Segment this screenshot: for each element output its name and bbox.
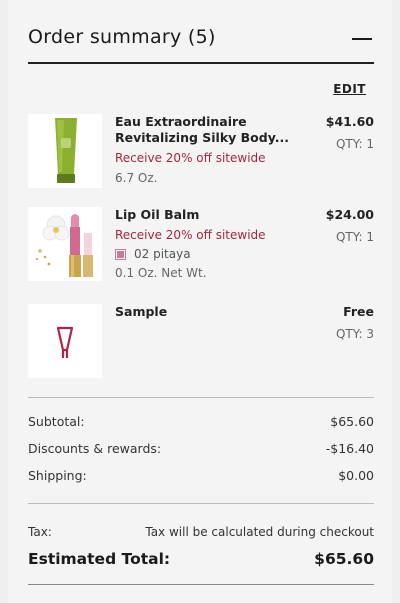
item-price: $24.00 (325, 207, 374, 222)
item-price-block: $41.60 QTY: 1 (326, 114, 374, 152)
divider (28, 584, 374, 585)
order-summary-header[interactable]: Order summary (5) (28, 26, 374, 64)
lip-oil-balm-icon (28, 207, 102, 281)
divider (28, 397, 374, 398)
cart-item: Lip Oil Balm Receive 20% off sitewide 02… (28, 207, 374, 287)
item-price: $41.60 (325, 114, 374, 129)
item-shade: 02 pitaya (115, 247, 295, 261)
shipping-row: Shipping: $0.00 (28, 468, 374, 483)
edit-link[interactable]: EDIT (333, 82, 366, 96)
discounts-label: Discounts & rewards: (28, 441, 162, 456)
shade-swatch (115, 248, 126, 260)
item-details: Eau Extraordinaire Revitalizing Silky Bo… (115, 114, 295, 186)
item-name[interactable]: Eau Extraordinaire Revitalizing Silky Bo… (115, 114, 295, 146)
item-price-block: Free QTY: 3 (336, 304, 374, 342)
estimated-total-row: Estimated Total: $65.60 (28, 550, 374, 568)
shipping-label: Shipping: (28, 468, 87, 483)
item-promo: Receive 20% off sitewide (115, 151, 266, 165)
sample-vial-icon (28, 304, 102, 378)
item-size: 0.1 Oz. Net Wt. (115, 266, 207, 280)
product-thumbnail (28, 207, 102, 281)
shipping-value: $0.00 (338, 468, 374, 483)
item-qty: QTY: 1 (335, 230, 374, 244)
cart-item: Eau Extraordinaire Revitalizing Silky Bo… (28, 114, 374, 190)
subtotal-label: Subtotal: (28, 414, 85, 429)
discounts-row: Discounts & rewards: -$16.40 (28, 441, 374, 456)
item-name-line2: Revitalizing Silky Body... (115, 130, 289, 145)
body-lotion-tube-icon (28, 114, 102, 188)
item-details: Lip Oil Balm Receive 20% off sitewide 02… (115, 207, 295, 281)
product-thumbnail (28, 114, 102, 188)
item-price: Free (343, 304, 374, 319)
product-thumbnail (28, 304, 102, 378)
item-name-line1: Eau Extraordinaire (115, 114, 247, 129)
item-promo: Receive 20% off sitewide (115, 228, 266, 242)
item-price-block: $24.00 QTY: 1 (326, 207, 374, 245)
item-size: 6.7 Oz. (115, 171, 158, 185)
item-name[interactable]: Lip Oil Balm (115, 207, 295, 223)
item-qty: QTY: 1 (335, 137, 374, 151)
order-summary-title: Order summary (5) (28, 26, 216, 48)
subtotal-value: $65.60 (330, 414, 374, 429)
order-summary-panel: Order summary (5) EDIT Eau Extraordinair… (8, 0, 392, 603)
discounts-value: -$16.40 (325, 441, 374, 456)
divider (28, 503, 374, 504)
cart-item: Sample Free QTY: 3 (28, 304, 374, 380)
collapse-icon[interactable] (352, 38, 372, 40)
item-details: Sample (115, 304, 295, 320)
shade-name: 02 pitaya (134, 247, 191, 261)
tax-row: Tax: Tax will be calculated during check… (28, 525, 374, 539)
item-qty: QTY: 3 (335, 327, 374, 341)
estimated-total-label: Estimated Total: (28, 550, 171, 568)
tax-note: Tax will be calculated during checkout (145, 525, 374, 539)
item-name: Sample (115, 304, 168, 319)
subtotal-row: Subtotal: $65.60 (28, 414, 374, 429)
tax-label: Tax: (28, 525, 52, 539)
estimated-total-value: $65.60 (314, 550, 374, 568)
